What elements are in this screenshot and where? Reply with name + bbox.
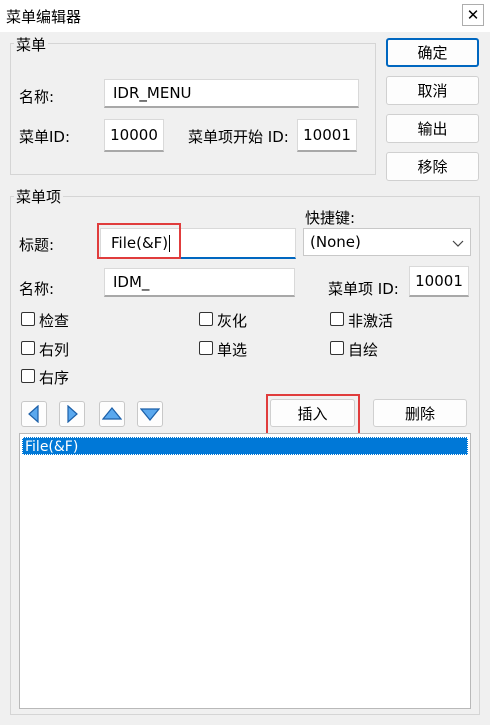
menu-tree-list[interactable]: File(&F) bbox=[19, 433, 471, 709]
menu-name-field[interactable]: IDR_MENU bbox=[104, 79, 359, 108]
window-title: 菜单编辑器 bbox=[6, 8, 82, 26]
delete-button[interactable]: 删除 bbox=[373, 399, 467, 427]
cancel-button[interactable]: 取消 bbox=[386, 76, 479, 105]
right-order-checkbox[interactable] bbox=[21, 369, 35, 383]
menu-group-label: 菜单 bbox=[14, 34, 49, 55]
item-name-label: 名称: bbox=[19, 280, 55, 298]
right-column-label: 右列 bbox=[39, 341, 70, 359]
inactive-label: 非激活 bbox=[348, 312, 394, 330]
arrow-left-icon bbox=[28, 405, 39, 423]
shortcut-label: 快捷键: bbox=[305, 209, 356, 227]
right-order-label: 右序 bbox=[39, 369, 70, 387]
caption-highlight bbox=[97, 223, 181, 259]
arrow-up-icon bbox=[102, 407, 122, 420]
export-button[interactable]: 输出 bbox=[386, 114, 479, 143]
check-checkbox[interactable] bbox=[21, 312, 35, 326]
menu-id-label: 菜单ID: bbox=[19, 128, 71, 146]
move-right-button[interactable] bbox=[59, 401, 85, 427]
right-column-checkbox[interactable] bbox=[21, 341, 35, 355]
inactive-checkbox[interactable] bbox=[330, 312, 344, 326]
shortcut-select[interactable]: (None) bbox=[303, 228, 471, 256]
menu-item-group-label: 菜单项 bbox=[14, 186, 64, 207]
menu-id-field[interactable]: 10000 bbox=[104, 119, 164, 152]
remove-button[interactable]: 移除 bbox=[386, 152, 479, 181]
owner-draw-label: 自绘 bbox=[348, 341, 379, 359]
menu-name-label: 名称: bbox=[19, 88, 55, 106]
close-button[interactable]: ✕ bbox=[462, 4, 484, 26]
move-down-button[interactable] bbox=[137, 401, 163, 427]
list-item[interactable]: File(&F) bbox=[22, 437, 468, 455]
gray-label: 灰化 bbox=[217, 312, 248, 330]
check-label: 检查 bbox=[39, 312, 70, 330]
list-item-label: File(&F) bbox=[25, 439, 79, 455]
radio-style-label: 单选 bbox=[217, 341, 248, 359]
shortcut-value: (None) bbox=[310, 233, 361, 251]
menu-start-id-field[interactable]: 10001 bbox=[297, 119, 357, 152]
close-icon: ✕ bbox=[466, 5, 480, 24]
owner-draw-checkbox[interactable] bbox=[330, 341, 344, 355]
move-up-button[interactable] bbox=[99, 401, 125, 427]
item-id-field[interactable]: 10001 bbox=[409, 266, 469, 297]
ok-button[interactable]: 确定 bbox=[386, 38, 479, 67]
item-id-label: 菜单项 ID: bbox=[328, 280, 399, 298]
gray-checkbox[interactable] bbox=[199, 312, 213, 326]
arrow-down-icon bbox=[140, 408, 160, 421]
move-left-button[interactable] bbox=[21, 401, 47, 427]
item-name-field[interactable]: IDM_ bbox=[104, 268, 295, 297]
menu-start-id-label: 菜单项开始 ID: bbox=[188, 128, 289, 146]
caption-label: 标题: bbox=[19, 236, 55, 254]
radio-style-checkbox[interactable] bbox=[199, 341, 213, 355]
arrow-right-icon bbox=[67, 405, 78, 423]
menu-group bbox=[10, 43, 376, 175]
chevron-down-icon bbox=[452, 235, 464, 253]
